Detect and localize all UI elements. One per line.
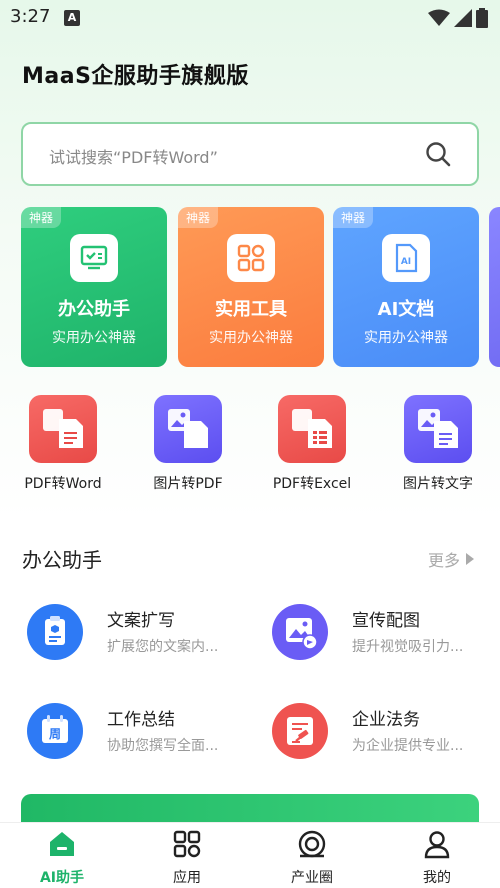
copy-expand-icon	[27, 604, 83, 660]
target-circle-icon	[298, 830, 326, 858]
card-subtitle: 实用办公神器	[209, 330, 293, 346]
assist-item-work-summary[interactable]: 周 工作总结 协助您撰写全面...	[27, 703, 257, 783]
bottom-navigation: AI助手 应用 产业圈 我的	[0, 822, 500, 888]
assist-title: 企业法务	[352, 710, 420, 730]
card-partial-next[interactable]	[489, 207, 500, 367]
app-title: MaaS企服助手旗舰版	[22, 64, 249, 89]
assist-title: 宣传配图	[352, 611, 420, 631]
image-to-text-icon	[404, 395, 472, 463]
search-input[interactable]: 试试搜索“PDF转Word”	[21, 122, 479, 186]
assist-desc: 提升视觉吸引力...	[352, 639, 464, 655]
assist-desc: 为企业提供专业...	[352, 738, 464, 754]
section-title: 办公助手	[22, 548, 102, 572]
apps-grid-icon	[173, 830, 201, 858]
feature-cards: 神器 办公助手 实用办公神器 神器 实用工具 实用办公神器 神器 AI AI文档…	[21, 207, 500, 367]
image-to-pdf-icon	[154, 395, 222, 463]
tool-image-to-text[interactable]: 图片转文字	[378, 395, 498, 493]
more-label: 更多	[427, 551, 460, 570]
assist-item-legal[interactable]: 企业法务 为企业提供专业...	[272, 703, 500, 783]
card-title: AI文档	[377, 299, 435, 320]
card-title: 办公助手	[58, 299, 130, 320]
signal-icon	[454, 9, 472, 27]
card-badge: 神器	[333, 207, 374, 228]
calendar-week-icon: 周	[27, 703, 83, 759]
card-useful-tools[interactable]: 神器 实用工具 实用办公神器	[178, 207, 324, 367]
svg-text:周: 周	[49, 727, 61, 741]
tool-pdf-to-word[interactable]: PDF转Word	[3, 395, 123, 493]
nav-apps[interactable]: 应用	[147, 829, 227, 887]
card-office-assistant[interactable]: 神器 办公助手 实用办公神器	[21, 207, 167, 367]
svg-text:AI: AI	[401, 257, 411, 267]
nav-profile[interactable]: 我的	[397, 829, 477, 887]
more-link[interactable]: 更多	[428, 547, 474, 571]
status-bar: 3:27 A	[0, 0, 500, 34]
search-placeholder: 试试搜索“PDF转Word”	[49, 148, 218, 167]
nav-label: 我的	[423, 870, 451, 886]
pdf-to-excel-icon	[278, 395, 346, 463]
legal-gavel-icon	[272, 703, 328, 759]
nav-label: 应用	[173, 870, 201, 886]
pdf-to-word-icon	[29, 395, 97, 463]
card-ai-document[interactable]: 神器 AI AI文档 实用办公神器	[333, 207, 479, 367]
tool-image-to-pdf[interactable]: 图片转PDF	[128, 395, 248, 493]
tool-label: 图片转PDF	[153, 476, 223, 492]
assist-desc: 协助您撰写全面...	[107, 738, 219, 754]
user-icon	[424, 831, 450, 859]
wifi-icon	[428, 9, 450, 26]
status-time: 3:27	[10, 6, 51, 27]
tool-label: PDF转Excel	[272, 476, 352, 492]
tool-label: PDF转Word	[24, 476, 102, 492]
tool-label: 图片转文字	[403, 476, 473, 492]
ai-document-icon: AI	[382, 234, 430, 282]
assist-item-copy-expand[interactable]: 文案扩写 扩展您的文案内...	[27, 604, 257, 684]
battery-icon	[476, 8, 488, 28]
assist-title: 文案扩写	[107, 611, 175, 631]
card-title: 实用工具	[215, 299, 287, 320]
home-icon	[50, 832, 74, 856]
card-subtitle: 实用办公神器	[52, 330, 136, 346]
nav-label: 产业圈	[291, 870, 333, 886]
tool-pdf-to-excel[interactable]: PDF转Excel	[252, 395, 372, 493]
card-badge: 神器	[21, 207, 62, 228]
notification-icon: A	[64, 10, 80, 26]
card-badge: 神器	[178, 207, 219, 228]
assist-desc: 扩展您的文案内...	[107, 639, 219, 655]
assist-title: 工作总结	[107, 710, 175, 730]
card-subtitle: 实用办公神器	[364, 330, 448, 346]
nav-label: AI助手	[39, 870, 85, 886]
nav-ai-assistant[interactable]: AI助手	[22, 829, 102, 887]
search-icon[interactable]	[425, 141, 451, 167]
nav-industry-circle[interactable]: 产业圈	[272, 829, 352, 887]
promo-image-icon	[272, 604, 328, 660]
assist-item-promo-image[interactable]: 宣传配图 提升视觉吸引力...	[272, 604, 500, 684]
office-assistant-icon	[70, 234, 118, 282]
grid-tools-icon	[227, 234, 275, 282]
status-icons	[428, 8, 488, 28]
chevron-right-icon	[466, 553, 474, 565]
